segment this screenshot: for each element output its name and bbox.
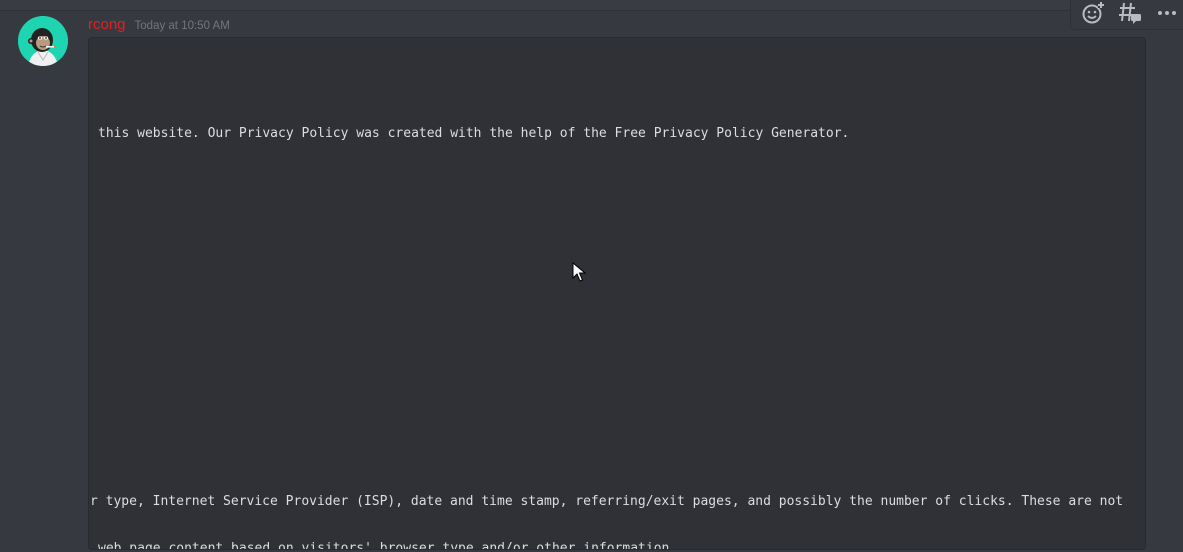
create-thread-icon bbox=[1118, 2, 1141, 24]
code-line: web page content based on visitors' brow… bbox=[98, 541, 678, 550]
add-reaction-button[interactable] bbox=[1079, 0, 1107, 27]
create-thread-button[interactable] bbox=[1116, 0, 1144, 27]
username[interactable]: rcong bbox=[88, 16, 126, 33]
add-reaction-icon bbox=[1082, 2, 1105, 24]
top-divider bbox=[0, 0, 1183, 11]
timestamp: Today at 10:50 AM bbox=[134, 20, 230, 32]
ape-avatar-image bbox=[18, 16, 68, 66]
message-actions-toolbar bbox=[1070, 0, 1183, 30]
code-block: this website. Our Privacy Policy was cre… bbox=[88, 37, 1146, 550]
more-button[interactable] bbox=[1153, 0, 1181, 27]
more-icon bbox=[1157, 11, 1176, 15]
code-line: r type, Internet Service Provider (ISP),… bbox=[90, 494, 1124, 509]
mouse-cursor-icon bbox=[572, 262, 586, 282]
message-header: rcong Today at 10:50 AM bbox=[88, 16, 230, 33]
code-line: this website. Our Privacy Policy was cre… bbox=[98, 126, 850, 141]
avatar[interactable] bbox=[18, 16, 68, 66]
